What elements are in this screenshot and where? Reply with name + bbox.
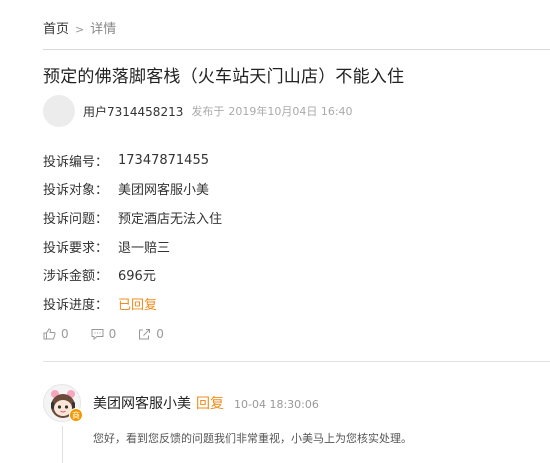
comment-button[interactable]: 0 (91, 327, 117, 341)
reply-author[interactable]: 美团网客服小美 (93, 393, 191, 413)
detail-value: 美团网客服小美 (118, 183, 210, 199)
detail-value: 17347871455 (118, 152, 209, 168)
section-divider (43, 361, 550, 362)
share-icon (139, 329, 151, 340)
detail-label: 涉诉金额： (43, 269, 109, 285)
detail-label: 投诉对象： (43, 183, 109, 199)
merchant-badge: 商 (69, 408, 83, 422)
breadcrumb-separator: > (75, 23, 85, 36)
comment-count: 0 (108, 327, 117, 341)
reply-header: 美团网客服小美 回复 10-04 18:30:06 (93, 393, 319, 413)
detail-row-progress: 投诉进度： 已回复 (43, 289, 222, 318)
page-title: 预定的佛落脚客栈（火车站天门山店）不能入住 (43, 67, 405, 87)
detail-row-number: 投诉编号： 17347871455 (43, 146, 222, 175)
author-row: 用户7314458213 发布于 2019年10月04日 16:40 (43, 95, 353, 127)
posted-prefix: 发布于 (191, 105, 225, 118)
detail-label: 投诉编号： (43, 154, 109, 170)
detail-label: 投诉进度： (43, 297, 109, 313)
posted-time: 2019年10月04日 16:40 (228, 105, 353, 118)
title-divider (43, 49, 550, 50)
thumbs-up-icon (43, 328, 56, 340)
action-bar: 0 0 0 (43, 327, 186, 341)
detail-label: 投诉问题： (43, 211, 109, 227)
detail-row-amount: 涉诉金额： 696元 (43, 260, 222, 289)
user-avatar[interactable] (43, 95, 75, 127)
detail-value: 696元 (118, 269, 156, 285)
status-badge: 已回复 (118, 297, 158, 313)
detail-row-issue: 投诉问题： 预定酒店无法入住 (43, 203, 222, 232)
breadcrumb: 首页 > 详情 (43, 18, 116, 37)
author-username[interactable]: 用户7314458213 (83, 103, 183, 120)
comment-icon (91, 329, 104, 340)
like-button[interactable]: 0 (43, 327, 69, 341)
detail-label: 投诉要求： (43, 240, 109, 256)
detail-row-target: 投诉对象： 美团网客服小美 (43, 175, 222, 204)
complaint-details: 投诉编号： 17347871455 投诉对象： 美团网客服小美 投诉问题： 预定… (43, 146, 222, 318)
share-button[interactable]: 0 (138, 327, 164, 341)
reply-time: 10-04 18:30:06 (234, 398, 319, 411)
breadcrumb-current: 详情 (90, 22, 117, 37)
share-count: 0 (156, 327, 164, 341)
detail-row-demand: 投诉要求： 退一赔三 (43, 232, 222, 261)
detail-value: 预定酒店无法入住 (118, 211, 223, 227)
thread-line (62, 426, 63, 463)
like-count: 0 (61, 327, 69, 341)
reply-tag: 回复 (196, 396, 224, 412)
reply-text: 您好，看到您反馈的问题我们非常重视，小美马上为您核实处理。 (93, 432, 412, 445)
detail-value: 退一赔三 (118, 240, 171, 256)
breadcrumb-home-link[interactable]: 首页 (43, 22, 69, 37)
